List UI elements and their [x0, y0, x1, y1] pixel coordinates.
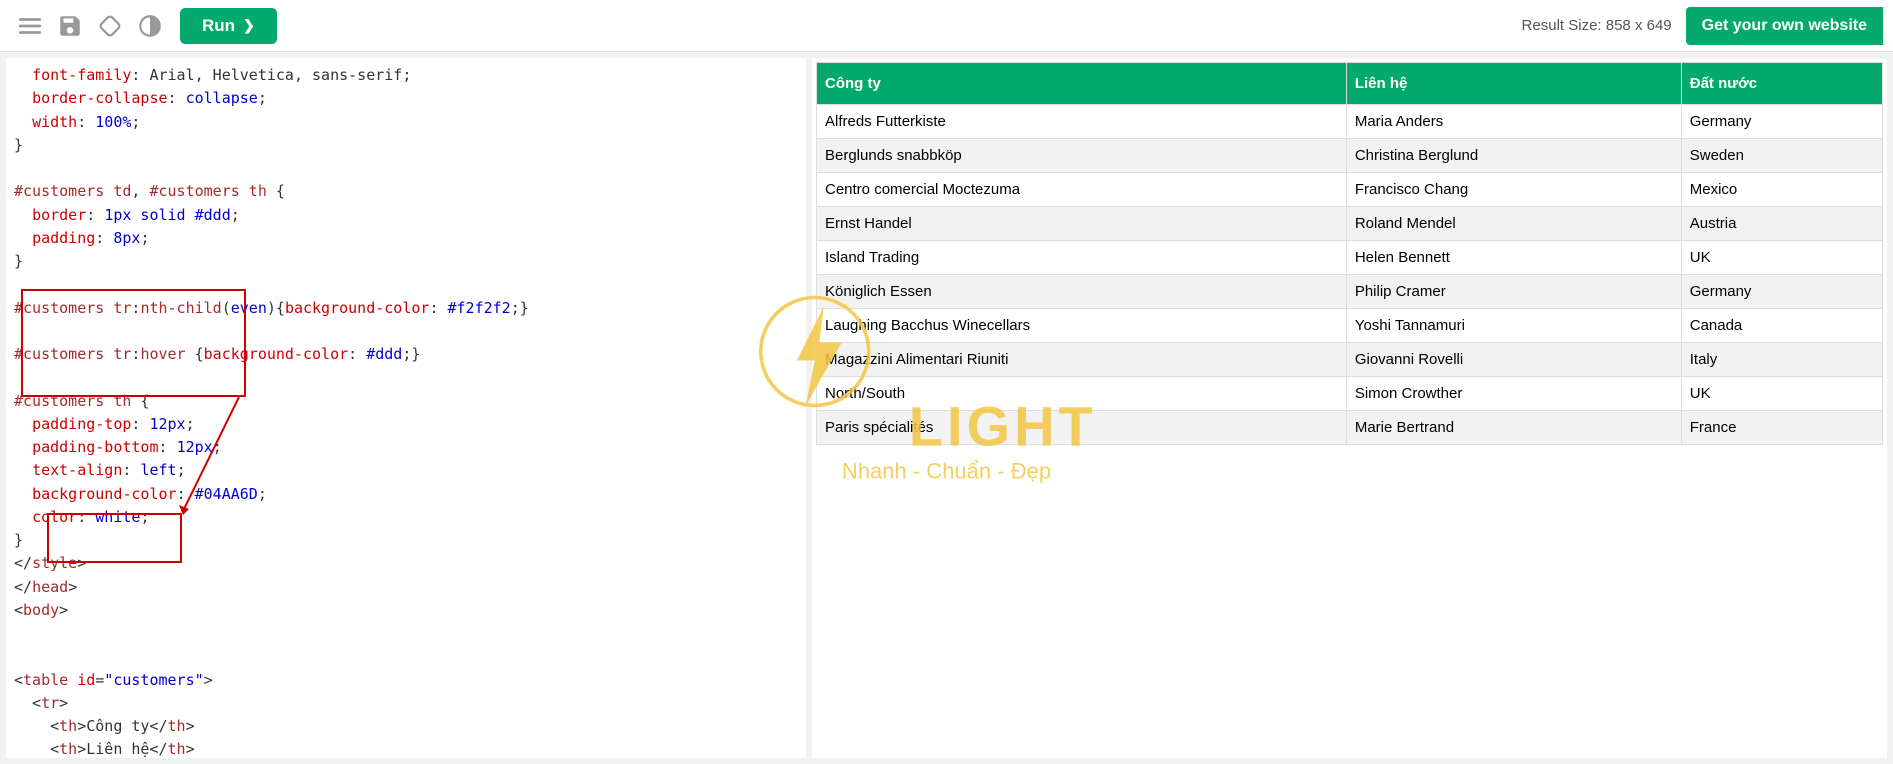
table-cell: UK: [1681, 377, 1882, 411]
cta-button[interactable]: Get your own website: [1686, 7, 1883, 45]
table-cell: Laughing Bacchus Winecellars: [817, 309, 1347, 343]
theme-icon[interactable]: [130, 6, 170, 46]
table-cell: Königlich Essen: [817, 275, 1347, 309]
chevron-right-icon: ❯: [243, 17, 255, 34]
table-row: Magazzini Alimentari RiunitiGiovanni Rov…: [817, 343, 1883, 377]
toolbar: Run ❯ Result Size: 858 x 649 Get your ow…: [0, 0, 1893, 52]
menu-icon[interactable]: [10, 6, 50, 46]
table-cell: Helen Bennett: [1346, 241, 1681, 275]
table-row: Ernst HandelRoland MendelAustria: [817, 207, 1883, 241]
table-cell: Germany: [1681, 105, 1882, 139]
result-size-label: Result Size: 858 x 649: [1522, 17, 1672, 34]
table-cell: Centro comercial Moctezuma: [817, 173, 1347, 207]
table-row: Centro comercial MoctezumaFrancisco Chan…: [817, 173, 1883, 207]
table-cell: Alfreds Futterkiste: [817, 105, 1347, 139]
table-cell: Christina Berglund: [1346, 139, 1681, 173]
table-cell: Yoshi Tannamuri: [1346, 309, 1681, 343]
table-header: Liên hệ: [1346, 63, 1681, 105]
run-button[interactable]: Run ❯: [180, 8, 277, 44]
table-row: Island TradingHelen BennettUK: [817, 241, 1883, 275]
code-content[interactable]: font-family: Arial, Helvetica, sans-seri…: [6, 58, 806, 758]
table-header: Công ty: [817, 63, 1347, 105]
table-cell: Ernst Handel: [817, 207, 1347, 241]
table-cell: Mexico: [1681, 173, 1882, 207]
table-cell: UK: [1681, 241, 1882, 275]
table-row: Königlich EssenPhilip CramerGermany: [817, 275, 1883, 309]
table-cell: Sweden: [1681, 139, 1882, 173]
table-header-row: Công tyLiên hệĐất nước: [817, 63, 1883, 105]
table-cell: Magazzini Alimentari Riuniti: [817, 343, 1347, 377]
table-cell: Canada: [1681, 309, 1882, 343]
table-cell: Francisco Chang: [1346, 173, 1681, 207]
table-cell: Maria Anders: [1346, 105, 1681, 139]
table-cell: Austria: [1681, 207, 1882, 241]
table-row: Alfreds FutterkisteMaria AndersGermany: [817, 105, 1883, 139]
table-cell: Giovanni Rovelli: [1346, 343, 1681, 377]
table-cell: Italy: [1681, 343, 1882, 377]
run-label: Run: [202, 16, 235, 36]
table-cell: Marie Bertrand: [1346, 411, 1681, 445]
table-row: North/SouthSimon CrowtherUK: [817, 377, 1883, 411]
table-cell: Roland Mendel: [1346, 207, 1681, 241]
table-row: Berglunds snabbköpChristina BerglundSwed…: [817, 139, 1883, 173]
table-cell: Philip Cramer: [1346, 275, 1681, 309]
table-header: Đất nước: [1681, 63, 1882, 105]
table-cell: Simon Crowther: [1346, 377, 1681, 411]
table-cell: North/South: [817, 377, 1347, 411]
preview-pane: Công tyLiên hệĐất nước Alfreds Futterkis…: [812, 58, 1887, 758]
save-icon[interactable]: [50, 6, 90, 46]
table-row: Laughing Bacchus WinecellarsYoshi Tannam…: [817, 309, 1883, 343]
table-cell: Paris spécialités: [817, 411, 1347, 445]
rotate-icon[interactable]: [90, 6, 130, 46]
customers-table: Công tyLiên hệĐất nước Alfreds Futterkis…: [816, 62, 1883, 445]
table-cell: Island Trading: [817, 241, 1347, 275]
table-cell: Berglunds snabbköp: [817, 139, 1347, 173]
code-editor-pane[interactable]: font-family: Arial, Helvetica, sans-seri…: [6, 58, 806, 758]
table-body: Alfreds FutterkisteMaria AndersGermanyBe…: [817, 105, 1883, 445]
table-cell: Germany: [1681, 275, 1882, 309]
table-cell: France: [1681, 411, 1882, 445]
table-row: Paris spécialitésMarie BertrandFrance: [817, 411, 1883, 445]
